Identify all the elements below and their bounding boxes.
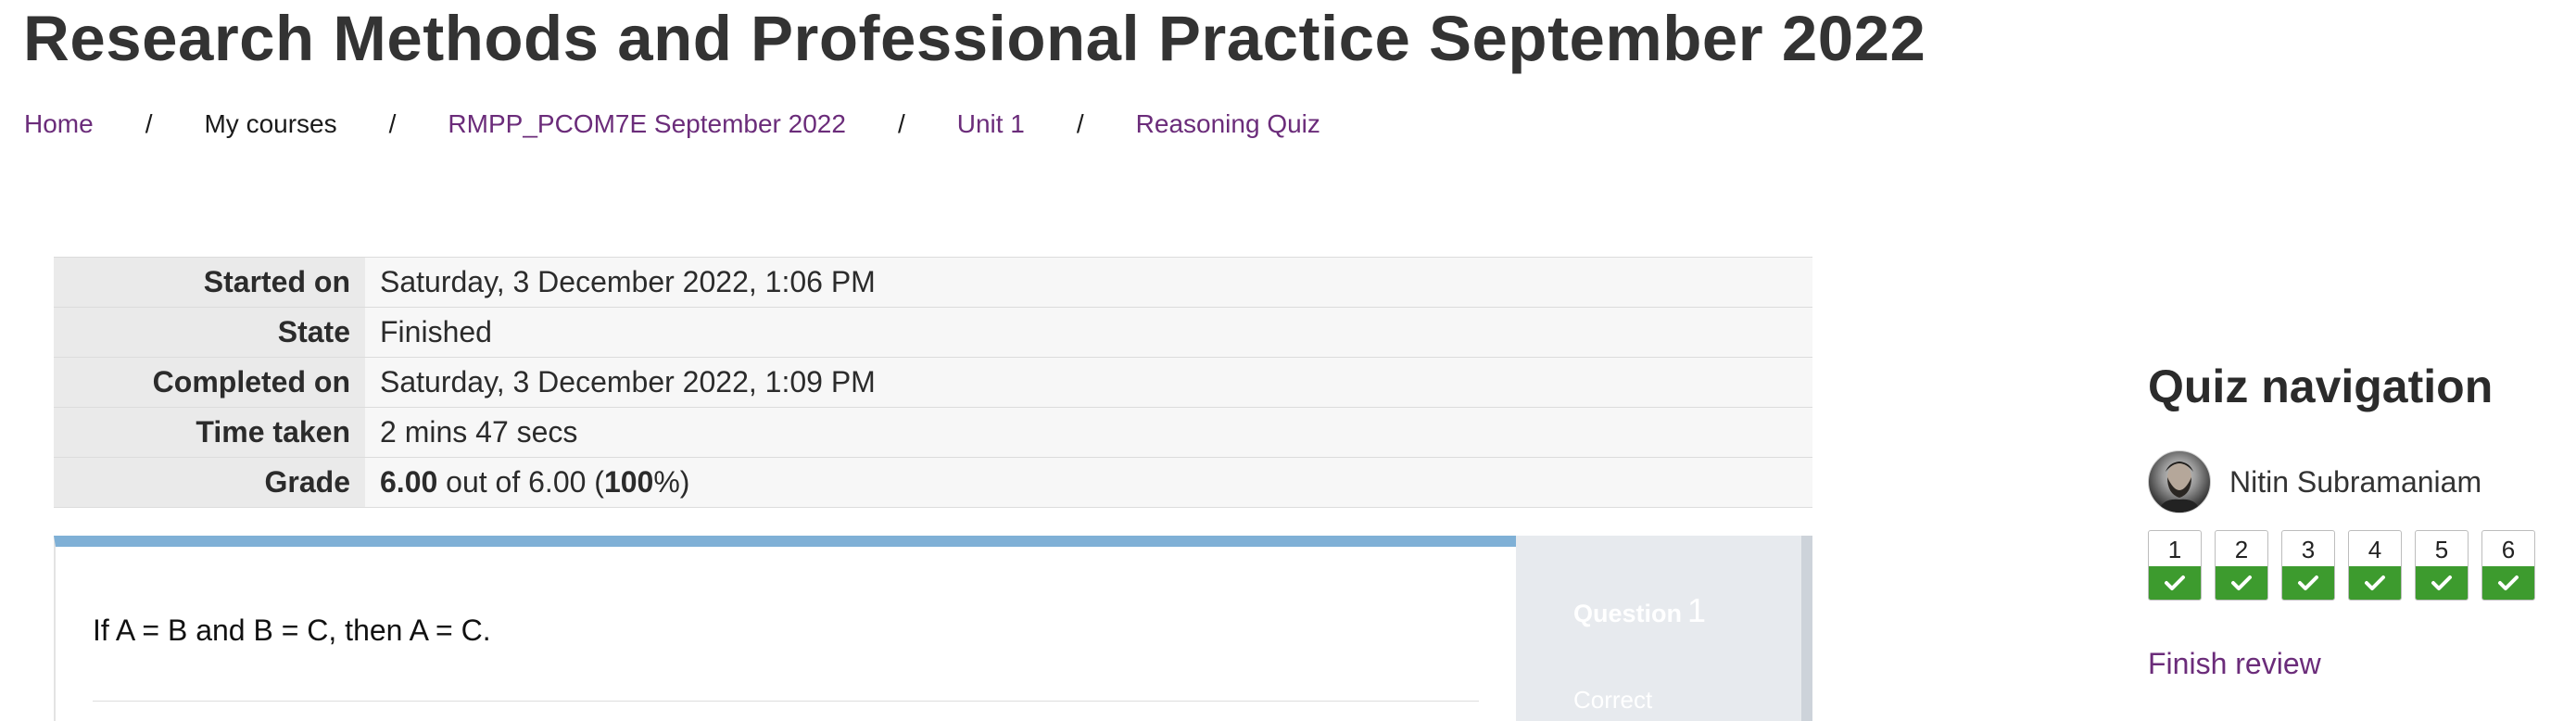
- grade-value: 6.00 out of 6.00 (100%): [365, 457, 1812, 508]
- question-nav-button-4[interactable]: 4: [2348, 530, 2402, 601]
- question-nav-number: 1: [2167, 536, 2182, 563]
- breadcrumb-separator: /: [145, 109, 153, 138]
- breadcrumb: Home / My courses / RMPP_PCOM7E Septembe…: [24, 109, 1320, 139]
- question-content: If A = B and B = C, then A = C.: [54, 536, 1516, 721]
- user-photo-icon: [2158, 462, 2201, 512]
- grade-suffix: %): [653, 465, 690, 499]
- check-icon: [2231, 576, 2252, 590]
- summary-value: Saturday, 3 December 2022, 1:09 PM: [365, 357, 1812, 408]
- user-name: Nitin Subramaniam: [2229, 464, 2482, 499]
- check-icon: [2498, 576, 2519, 590]
- question-info: Question 1 Correct: [1516, 536, 1812, 721]
- summary-label: Completed on: [54, 357, 365, 408]
- question-info-edge: [1801, 536, 1812, 721]
- question-number-value: 1: [1687, 591, 1707, 629]
- question-prefix: Question: [1573, 600, 1683, 627]
- summary-label: State: [54, 307, 365, 358]
- finish-review-link[interactable]: Finish review: [2148, 647, 2321, 681]
- attempt-summary-table: Started on Saturday, 3 December 2022, 1:…: [54, 257, 1812, 508]
- summary-value: Finished: [365, 307, 1812, 358]
- summary-value: 2 mins 47 secs: [365, 407, 1812, 458]
- summary-row-state: State Finished: [54, 307, 1812, 358]
- check-icon: [2165, 576, 2185, 590]
- question-text: If A = B and B = C, then A = C.: [93, 613, 491, 647]
- summary-row-started: Started on Saturday, 3 December 2022, 1:…: [54, 257, 1812, 308]
- question-nav-number: 5: [2434, 536, 2449, 563]
- breadcrumb-unit[interactable]: Unit 1: [957, 109, 1025, 139]
- check-icon: [2298, 576, 2318, 590]
- summary-label: Started on: [54, 257, 365, 308]
- quiz-navigation: Quiz navigation Nitin Subramaniam 1 2 3 …: [2148, 360, 2576, 680]
- question-nav-button-5[interactable]: 5: [2415, 530, 2469, 601]
- correct-status: [2149, 566, 2201, 600]
- question-nav-button-2[interactable]: 2: [2215, 530, 2268, 601]
- breadcrumb-course[interactable]: RMPP_PCOM7E September 2022: [448, 109, 846, 139]
- question-nav-number: 2: [2234, 536, 2249, 563]
- breadcrumb-separator: /: [388, 109, 397, 138]
- question-nav-number: 4: [2368, 536, 2382, 563]
- question-divider: [93, 701, 1479, 702]
- page-title: Research Methods and Professional Practi…: [23, 3, 1926, 74]
- question-nav-number: 3: [2301, 536, 2316, 563]
- summary-row-completed: Completed on Saturday, 3 December 2022, …: [54, 357, 1812, 408]
- avatar[interactable]: [2148, 450, 2211, 513]
- question-nav-button-3[interactable]: 3: [2281, 530, 2335, 601]
- breadcrumb-separator: /: [1076, 109, 1084, 138]
- question-number: Question 1: [1573, 591, 1706, 630]
- grade-percent: 100: [603, 465, 654, 499]
- correct-status: [2482, 566, 2534, 600]
- check-icon: [2365, 576, 2385, 590]
- summary-row-time-taken: Time taken 2 mins 47 secs: [54, 407, 1812, 458]
- question-nav-button-1[interactable]: 1: [2148, 530, 2202, 601]
- breadcrumb-my-courses: My courses: [204, 109, 337, 138]
- summary-label: Grade: [54, 457, 365, 508]
- question-block: If A = B and B = C, then A = C. Question…: [54, 536, 1812, 721]
- correct-status: [2282, 566, 2334, 600]
- grade-out-of: out of 6.00 (: [437, 465, 604, 499]
- breadcrumb-quiz[interactable]: Reasoning Quiz: [1136, 109, 1320, 139]
- correct-status: [2416, 566, 2468, 600]
- breadcrumb-separator: /: [897, 109, 905, 138]
- quiz-navigation-title: Quiz navigation: [2148, 360, 2494, 412]
- nav-user: Nitin Subramaniam: [2148, 450, 2481, 513]
- question-nav-number: 6: [2501, 536, 2516, 563]
- question-nav-button-6[interactable]: 6: [2481, 530, 2535, 601]
- question-nav-buttons: 1 2 3 4 5 6: [2148, 530, 2548, 601]
- summary-value: Saturday, 3 December 2022, 1:06 PM: [365, 257, 1812, 308]
- check-icon: [2431, 576, 2452, 590]
- summary-row-grade: Grade 6.00 out of 6.00 (100%): [54, 457, 1812, 508]
- correct-status: [2216, 566, 2267, 600]
- breadcrumb-home[interactable]: Home: [24, 109, 94, 139]
- question-state: Correct: [1573, 686, 1653, 714]
- correct-status: [2349, 566, 2401, 600]
- grade-score: 6.00: [380, 465, 438, 499]
- summary-label: Time taken: [54, 407, 365, 458]
